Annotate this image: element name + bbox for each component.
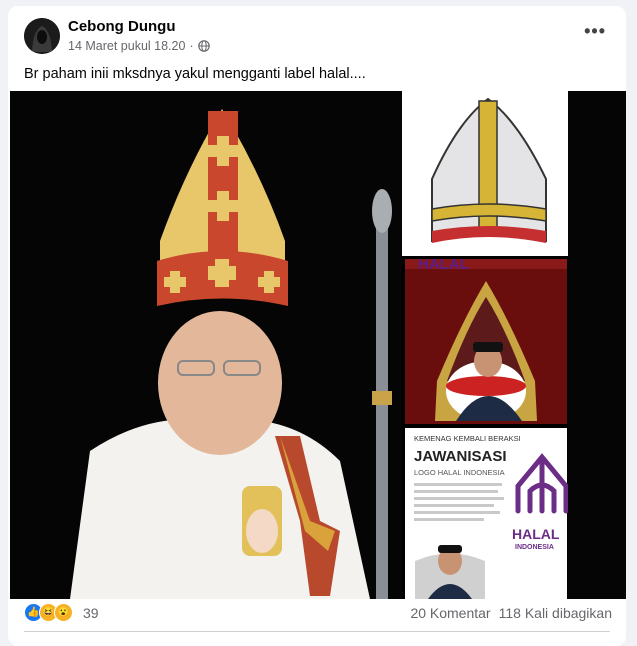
halal-banner-text: HALAL bbox=[418, 256, 469, 273]
post-caption: Br paham inii mksdnya yakul mengganti la… bbox=[24, 66, 366, 82]
jawanisasi-text: JAWANISASI bbox=[414, 448, 507, 465]
author-name[interactable]: Cebong Dungu bbox=[68, 18, 175, 35]
post-image[interactable]: HALAL KEMENAG KEMBALI BERAKSI JAWANISASI… bbox=[10, 91, 626, 599]
collage-svg: HALAL KEMENAG KEMBALI BERAKSI JAWANISASI… bbox=[10, 91, 626, 599]
post-stats: 20 Komentar 118 Kali dibagikan bbox=[410, 605, 612, 621]
avatar-image bbox=[24, 18, 60, 54]
dot-separator: · bbox=[189, 39, 194, 53]
post-meta: 14 Maret pukul 18.20 · bbox=[68, 39, 210, 53]
reaction-count[interactable]: 39 bbox=[83, 605, 99, 621]
wow-icon: 😮 bbox=[54, 603, 73, 622]
more-options-button[interactable]: ••• bbox=[584, 22, 606, 40]
share-count[interactable]: 118 Kali dibagikan bbox=[499, 605, 612, 621]
indonesia-word: INDONESIA bbox=[515, 544, 554, 551]
halal-word: HALAL bbox=[512, 526, 560, 542]
reaction-icons: 👍 😆 😮 bbox=[24, 603, 73, 622]
comment-count[interactable]: 20 Komentar bbox=[410, 605, 490, 621]
divider bbox=[24, 631, 610, 632]
post-card: Cebong Dungu 14 Maret pukul 18.20 · ••• … bbox=[8, 6, 626, 646]
post-date[interactable]: 14 Maret pukul 18.20 bbox=[68, 39, 185, 53]
avatar[interactable] bbox=[24, 18, 60, 54]
reactions-bar[interactable]: 👍 😆 😮 39 bbox=[24, 603, 99, 622]
kemenag-line: KEMENAG KEMBALI BERAKSI bbox=[414, 434, 521, 443]
logo-line: LOGO HALAL INDONESIA bbox=[414, 468, 505, 477]
globe-icon bbox=[197, 40, 210, 52]
